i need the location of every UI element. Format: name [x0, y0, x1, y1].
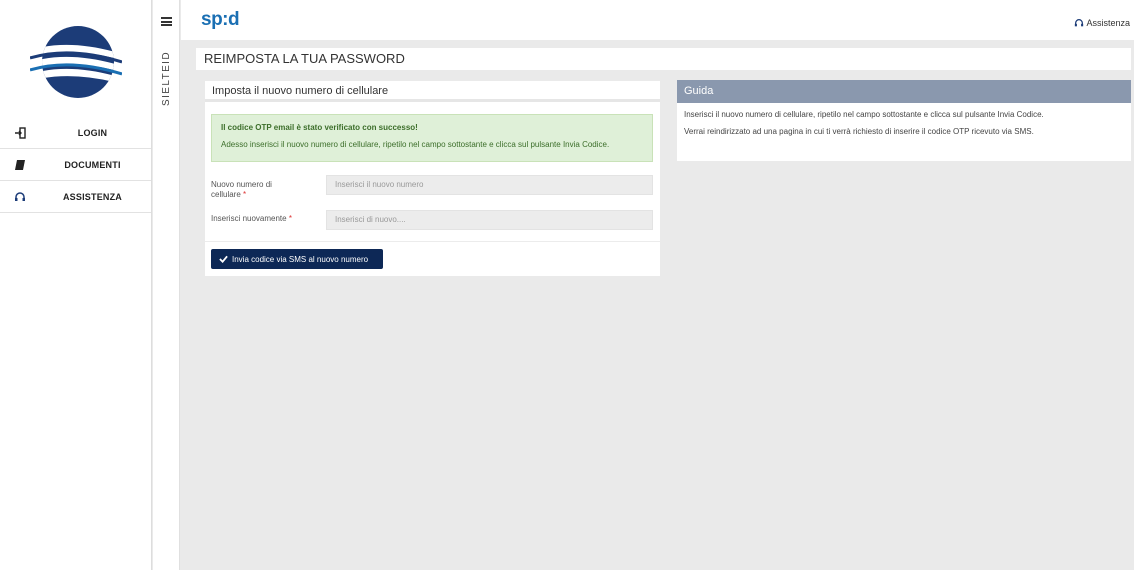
sidebar-item-label: LOGIN — [77, 127, 108, 138]
sidebar-item-login[interactable]: LOGIN — [0, 117, 151, 149]
headset-icon — [1075, 19, 1084, 27]
help-label: Assistenza — [1086, 18, 1130, 28]
sidebar-item-documenti[interactable]: DOCUMENTI — [0, 149, 151, 181]
alert-text: Adesso inserisci il nuovo numero di cell… — [221, 140, 610, 149]
headset-icon — [0, 191, 40, 203]
required-mark: * — [288, 214, 292, 223]
sidebar-item-assistenza[interactable]: ASSISTENZA — [0, 181, 151, 213]
confirm-number-label: Inserisci nuovamente * — [211, 214, 292, 223]
required-mark: * — [243, 190, 247, 199]
top-header: sp:d Assistenza — [181, 0, 1134, 40]
guide-body: Inserisci il nuovo numero di cellulare, … — [677, 103, 1131, 136]
sidebar-item-label: DOCUMENTI — [64, 159, 121, 170]
form-card: Imposta il nuovo numero di cellulare Il … — [205, 81, 660, 276]
vertical-strip: SIELTEID — [153, 0, 180, 570]
divider — [205, 241, 660, 242]
guide-text-line: Verrai reindirizzato ad una pagina in cu… — [684, 127, 1034, 136]
page-title-bar: REIMPOSTA LA TUA PASSWORD — [196, 48, 1131, 70]
check-icon — [219, 255, 228, 263]
new-number-label: Nuovo numero di cellulare * — [211, 180, 272, 199]
book-icon — [0, 159, 40, 171]
guide-panel: Guida Inserisci il nuovo numero di cellu… — [677, 80, 1131, 161]
page-title: REIMPOSTA LA TUA PASSWORD — [204, 51, 405, 66]
sidebar: LOGIN DOCUMENTI ASSISTENZA — [0, 0, 152, 570]
sieltelogo-icon — [30, 26, 122, 98]
new-number-input[interactable]: Inserisci il nuovo numero — [326, 175, 653, 195]
help-link[interactable]: Assistenza — [1074, 18, 1130, 28]
alert-title: Il codice OTP email è stato verificato c… — [221, 123, 418, 132]
guide-title: Guida — [677, 80, 1131, 103]
login-icon — [0, 126, 40, 139]
guide-text-line: Inserisci il nuovo numero di cellulare, … — [684, 110, 1044, 119]
send-sms-code-button[interactable]: Invia codice via SMS al nuovo numero — [211, 249, 383, 269]
confirm-number-input[interactable]: Inserisci di nuovo.... — [326, 210, 653, 230]
brand-logo[interactable]: sp:d — [201, 9, 240, 31]
vertical-app-label: SIELTEID — [160, 50, 172, 106]
success-alert: Il codice OTP email è stato verificato c… — [211, 114, 653, 162]
sidebar-nav: LOGIN DOCUMENTI ASSISTENZA — [0, 117, 151, 213]
button-label: Invia codice via SMS al nuovo numero — [232, 254, 369, 264]
card-title: Imposta il nuovo numero di cellulare — [205, 81, 660, 102]
hamburger-menu-icon[interactable] — [161, 17, 172, 26]
sidebar-item-label: ASSISTENZA — [62, 191, 122, 202]
